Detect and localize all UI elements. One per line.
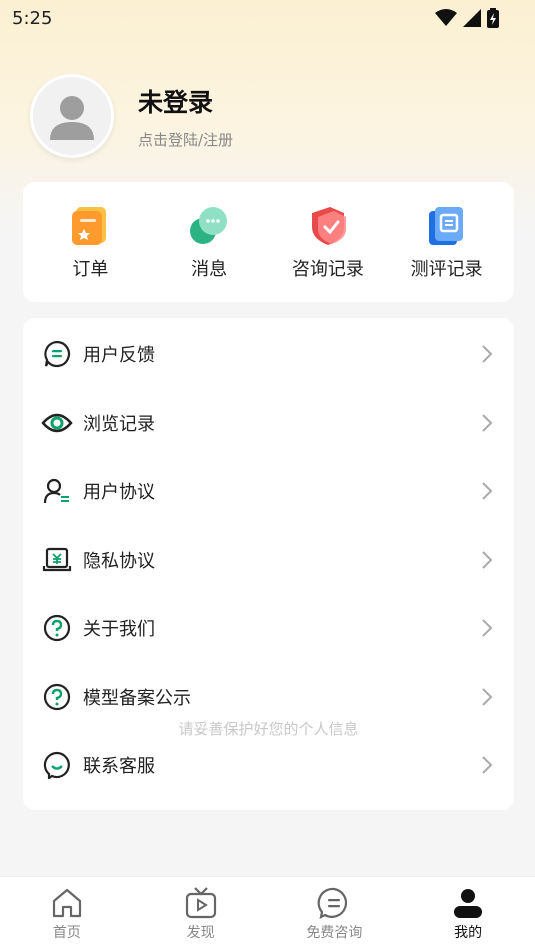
quick-action-message[interactable]: 消息 (154, 203, 264, 281)
consult-record-icon (311, 207, 346, 245)
quick-action-label: 订单 (72, 259, 109, 280)
bottom-tab-bar: 首页 发现 免费咨询 我的 (0, 876, 535, 951)
chevron-right-icon (482, 482, 493, 500)
eye-icon (41, 407, 73, 439)
tab-mine[interactable]: 我的 (408, 886, 528, 942)
menu-item-label: 浏览记录 (83, 413, 155, 435)
tab-label: 我的 (454, 925, 483, 941)
profile-name[interactable]: 未登录 (138, 83, 233, 119)
menu-item-label: 用户协议 (83, 482, 155, 504)
menu-item-about-us[interactable]: 关于我们 (23, 594, 514, 663)
user-agreement-icon (41, 475, 73, 507)
status-icons (435, 8, 499, 28)
assessment-record-icon (428, 207, 463, 245)
tab-label: 发现 (186, 925, 215, 941)
quick-action-consult-record[interactable]: 咨询记录 (273, 203, 383, 281)
chevron-right-icon (482, 414, 493, 432)
profile-section[interactable]: 未登录 点击登陆/注册 (30, 74, 233, 158)
quick-action-order[interactable]: 订单 (35, 203, 145, 281)
privacy-watermark: 请妥善保护好您的个人信息 (178, 720, 359, 738)
message-icon (190, 207, 228, 244)
chevron-right-icon (482, 345, 493, 363)
home-icon (52, 888, 81, 918)
chevron-right-icon (482, 619, 493, 637)
menu-item-privacy[interactable]: 隐私协议 (23, 526, 514, 595)
quick-action-label: 消息 (191, 259, 228, 280)
menu-card: 用户反馈 浏览记录 用户协议 隐私协议 关于我们 模型备案公示 联系客服 请妥善… (23, 318, 514, 810)
tv-icon (185, 887, 216, 919)
tab-home[interactable]: 首页 (7, 886, 127, 942)
tab-free-consult[interactable]: 免费咨询 (274, 886, 394, 942)
menu-item-contact-service[interactable]: 联系客服 (23, 731, 514, 800)
chat-icon (41, 749, 73, 781)
profile-text: 未登录 点击登陆/注册 (138, 83, 233, 150)
default-avatar-icon (50, 96, 94, 140)
quick-actions-card: 订单 消息 咨询记录 测评记录 (23, 182, 514, 302)
menu-item-label: 模型备案公示 (83, 687, 191, 709)
status-time: 5:25 (12, 7, 53, 29)
status-bar: 5:25 (0, 0, 535, 36)
tab-label: 免费咨询 (306, 925, 363, 941)
menu-item-user-agreement[interactable]: 用户协议 (23, 457, 514, 526)
chevron-right-icon (482, 756, 493, 774)
wifi-icon (435, 9, 457, 26)
quick-action-label: 测评记录 (410, 259, 483, 280)
login-register-link[interactable]: 点击登陆/注册 (138, 129, 233, 150)
quick-action-label: 咨询记录 (291, 259, 364, 280)
tab-discover[interactable]: 发现 (141, 886, 261, 942)
feedback-icon (41, 338, 73, 370)
chevron-right-icon (482, 551, 493, 569)
menu-item-label: 隐私协议 (83, 550, 155, 572)
menu-item-label: 用户反馈 (83, 345, 155, 367)
menu-item-label: 联系客服 (83, 756, 155, 778)
question-icon (41, 681, 73, 713)
question-icon (41, 612, 73, 644)
signal-icon (463, 9, 481, 27)
chevron-right-icon (482, 688, 493, 706)
order-icon (72, 207, 107, 245)
menu-item-browse-history[interactable]: 浏览记录 (23, 389, 514, 458)
tab-label: 首页 (52, 925, 81, 941)
menu-item-feedback[interactable]: 用户反馈 (23, 320, 514, 389)
privacy-icon (41, 544, 73, 576)
chat-bubble-icon (317, 887, 348, 919)
quick-action-assessment-record[interactable]: 测评记录 (392, 203, 502, 281)
battery-icon (487, 8, 499, 28)
menu-item-label: 关于我们 (83, 619, 155, 641)
person-icon (454, 889, 483, 918)
avatar[interactable] (30, 74, 114, 158)
